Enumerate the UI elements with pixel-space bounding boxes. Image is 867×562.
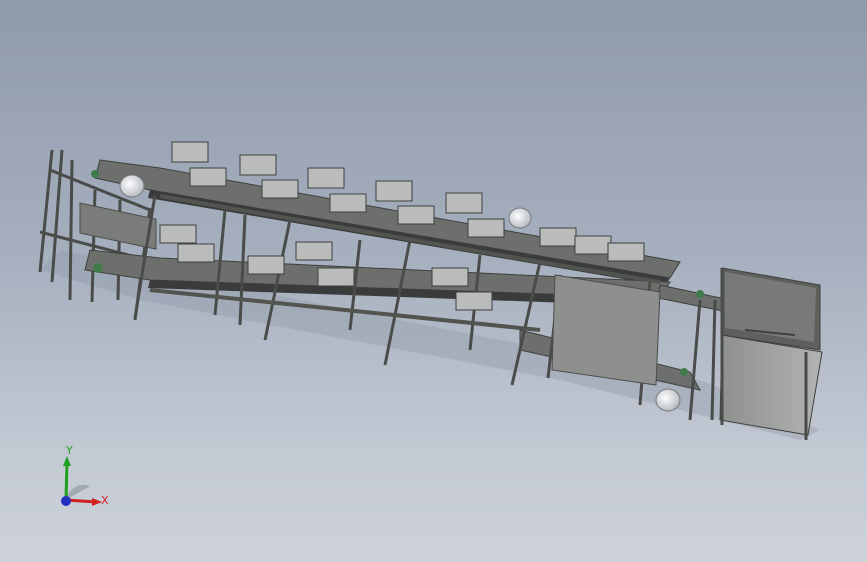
y-axis-label: Y: [66, 444, 73, 457]
orientation-triad[interactable]: [40, 440, 120, 520]
transfer-conveyor[interactable]: [657, 284, 731, 313]
conveyor-line-model[interactable]: [0, 0, 867, 562]
y-axis-arrow: [64, 461, 69, 501]
return-roller: [655, 388, 681, 412]
z-axis-dot: [61, 496, 71, 506]
lower-left-motor: [93, 263, 103, 273]
x-axis-label: X: [101, 494, 109, 507]
upper-left-motor: [91, 170, 99, 178]
transfer-motor: [696, 290, 704, 298]
side-panel: [551, 274, 661, 386]
upper-mid-roller: [508, 207, 532, 229]
cad-viewport[interactable]: Y X: [0, 0, 867, 562]
y-axis-arrowhead: [63, 456, 71, 466]
upper-left-roller: [119, 174, 145, 198]
return-motor: [680, 368, 688, 376]
right-cabinet[interactable]: [719, 267, 823, 440]
